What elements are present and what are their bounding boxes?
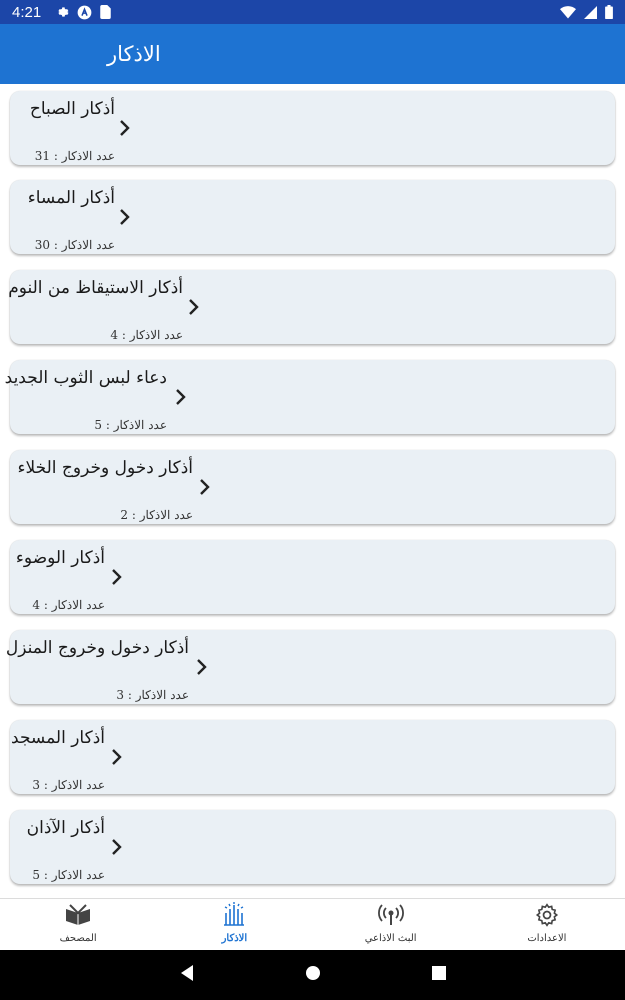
nav-label: الاعدادات xyxy=(527,933,567,944)
chevron-right-icon xyxy=(197,659,207,675)
nav-label: المصحف xyxy=(59,933,97,944)
chevron-right-icon xyxy=(120,209,130,225)
chevron-right-icon xyxy=(112,569,122,585)
home-icon[interactable] xyxy=(305,965,321,985)
card-title: أذكار الاستيقاظ من النوم xyxy=(8,278,183,298)
signal-icon xyxy=(584,5,597,19)
nav-label: البث الاذاعي xyxy=(364,933,417,944)
back-icon[interactable] xyxy=(179,964,195,986)
bottom-nav: المصحف الاذكار البث الاذاعي الاعدادات xyxy=(0,898,625,950)
adhkar-card[interactable]: أذكار دخول وخروج الخلاء عدد الاذكار : 2 xyxy=(10,450,615,524)
card-title: أذكار المساء xyxy=(27,188,115,208)
adhkar-list[interactable]: أذكار الصباح عدد الاذكار : 31 أذكار المس… xyxy=(0,84,625,898)
chevron-right-icon xyxy=(112,749,122,765)
card-count: عدد الاذكار : 5 xyxy=(32,868,105,882)
card-title: دعاء لبس الثوب الجديد xyxy=(4,368,167,388)
adhkar-card[interactable]: أذكار المسجد عدد الاذكار : 3 xyxy=(10,720,615,794)
nav-radio[interactable]: البث الاذاعي xyxy=(313,899,469,950)
card-count: عدد الاذكار : 30 xyxy=(34,238,115,252)
card-count: عدد الاذكار : 5 xyxy=(94,418,167,432)
nav-label: الاذكار xyxy=(221,933,248,944)
card-count: عدد الاذكار : 4 xyxy=(110,328,183,342)
adhkar-card[interactable]: أذكار دخول وخروج المنزل عدد الاذكار : 3 xyxy=(6,630,615,704)
nav-quran[interactable]: المصحف xyxy=(0,899,156,950)
card-title: أذكار الصباح xyxy=(29,99,115,119)
gear-icon xyxy=(55,5,69,19)
settings-gear-icon xyxy=(534,901,560,929)
radio-broadcast-icon xyxy=(377,901,405,929)
card-title: أذكار المسجد xyxy=(11,728,105,748)
adhkar-card[interactable]: دعاء لبس الثوب الجديد عدد الاذكار : 5 xyxy=(5,360,615,434)
adhkar-card[interactable]: أذكار الوضوء عدد الاذكار : 4 xyxy=(10,540,615,614)
chevron-right-icon xyxy=(112,839,122,855)
app-badge-icon xyxy=(77,5,92,20)
card-title: أذكار دخول وخروج الخلاء xyxy=(17,458,194,478)
card-title: أذكار الوضوء xyxy=(15,548,105,568)
adhkar-card[interactable]: أذكار الصباح عدد الاذكار : 31 xyxy=(10,91,615,165)
nav-settings[interactable]: الاعدادات xyxy=(469,899,625,950)
sim-card-icon xyxy=(100,5,111,19)
nav-adhkar[interactable]: الاذكار xyxy=(156,899,312,950)
chevron-right-icon xyxy=(189,299,199,315)
adhkar-card[interactable]: أذكار المساء عدد الاذكار : 30 xyxy=(10,180,615,254)
card-count: عدد الاذكار : 3 xyxy=(116,688,189,702)
status-time: 4:21 xyxy=(12,3,42,21)
app-bar: الاذكار xyxy=(0,24,625,84)
card-count: عدد الاذكار : 4 xyxy=(32,598,105,612)
system-nav-bar xyxy=(0,950,625,1000)
card-count: عدد الاذكار : 3 xyxy=(32,778,105,792)
page-title: الاذكار xyxy=(107,42,161,66)
wifi-icon xyxy=(560,5,576,19)
recents-icon[interactable] xyxy=(431,965,447,985)
card-count: عدد الاذكار : 2 xyxy=(120,508,193,522)
card-count: عدد الاذكار : 31 xyxy=(34,149,115,163)
card-title: أذكار دخول وخروج المنزل xyxy=(5,638,189,658)
card-title: أذكار الآذان xyxy=(26,818,105,838)
quran-book-icon xyxy=(64,901,92,929)
prayer-hands-icon xyxy=(220,901,248,929)
chevron-right-icon xyxy=(176,389,186,405)
status-bar: 4:21 xyxy=(0,0,625,24)
adhkar-card[interactable]: أذكار الآذان عدد الاذكار : 5 xyxy=(10,810,615,884)
chevron-right-icon xyxy=(120,120,130,136)
chevron-right-icon xyxy=(200,479,210,495)
adhkar-card[interactable]: أذكار الاستيقاظ من النوم عدد الاذكار : 4 xyxy=(8,270,615,344)
battery-icon xyxy=(605,5,613,19)
